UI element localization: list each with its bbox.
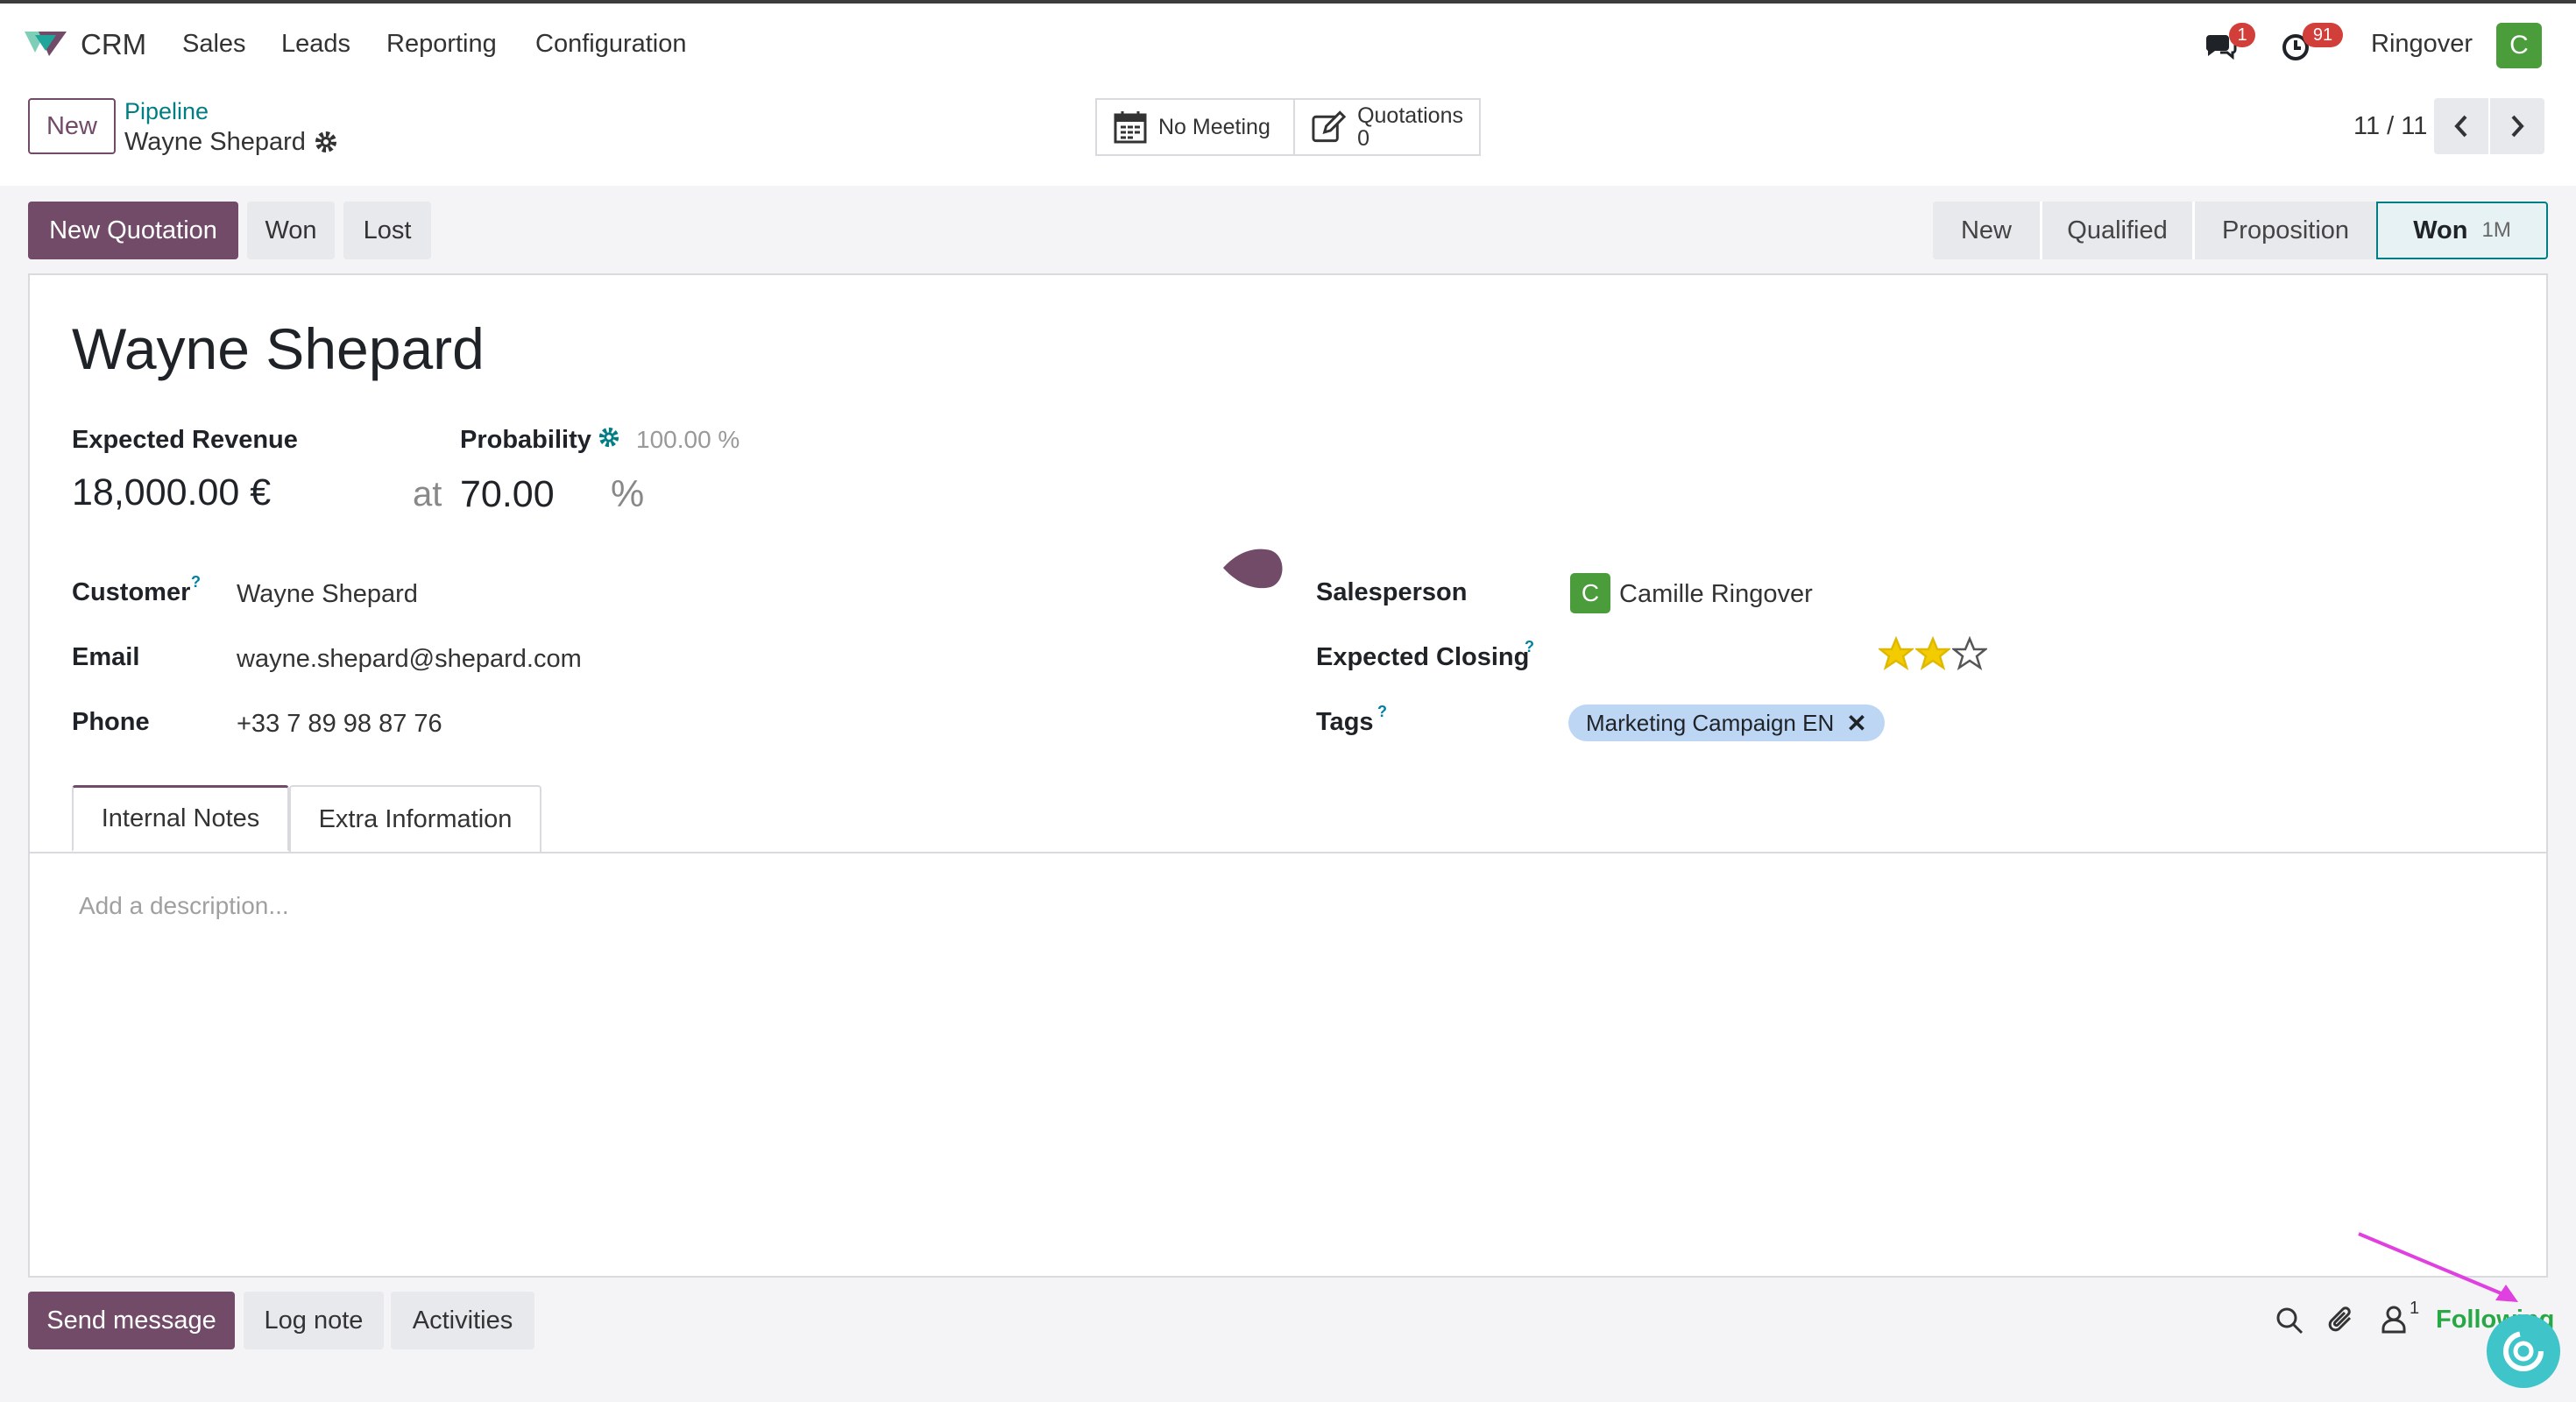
tag-remove-icon[interactable]: ✕ — [1846, 709, 1866, 738]
drag-handle-icon — [1221, 545, 1284, 591]
customer-label: Customer — [72, 578, 191, 606]
probability-label: Probability — [460, 426, 591, 454]
tags-label: Tags — [1316, 708, 1374, 736]
calendar-icon — [1114, 111, 1147, 144]
menu-configuration[interactable]: Configuration — [535, 30, 687, 59]
notebook-tab-border — [30, 852, 2546, 853]
stage-proposition[interactable]: Proposition — [2192, 202, 2376, 259]
tab-extra-information[interactable]: Extra Information — [289, 785, 541, 852]
form-sheet — [28, 273, 2548, 1278]
record-gear-icon[interactable] — [314, 130, 340, 156]
star-icon[interactable] — [1915, 636, 1950, 671]
stage-won-label: Won — [2413, 216, 2468, 244]
expected-revenue-label: Expected Revenue — [72, 426, 298, 454]
salesperson-value[interactable]: Camille Ringover — [1619, 580, 1813, 609]
probability-gear-icon[interactable] — [598, 426, 622, 450]
tag-label: Marketing Campaign EN — [1586, 709, 1835, 736]
won-button[interactable]: Won — [247, 202, 335, 259]
breadcrumb-current: Wayne Shepard — [124, 128, 306, 156]
new-quotation-button[interactable]: New Quotation — [28, 202, 238, 259]
tab-internal-notes[interactable]: Internal Notes — [72, 785, 289, 852]
quotations-label: Quotations — [1357, 103, 1463, 128]
stage-qualified-label: Qualified — [2067, 216, 2168, 244]
floating-widget-button[interactable] — [2487, 1314, 2560, 1388]
meeting-label: No Meeting — [1158, 114, 1270, 139]
expected-closing-help-icon[interactable]: ? — [1525, 638, 1534, 656]
star-icon[interactable] — [1952, 636, 1987, 671]
crm-logo-icon[interactable] — [23, 26, 68, 60]
quotations-text: Quotations 0 — [1357, 104, 1463, 150]
messages-badge: 1 — [2229, 23, 2255, 47]
tab-extra-information-label: Extra Information — [318, 804, 513, 833]
tag-badge: Marketing Campaign EN ✕ — [1568, 705, 1885, 741]
breadcrumb-pipeline[interactable]: Pipeline — [124, 98, 209, 125]
lost-button[interactable]: Lost — [343, 202, 431, 259]
control-panel: New Pipeline Wayne Shepard No Meeting Qu… — [0, 84, 2576, 188]
tags-help-icon[interactable]: ? — [1377, 703, 1387, 721]
salesperson-avatar-letter: C — [1581, 579, 1600, 606]
pager-previous-button[interactable] — [2434, 98, 2488, 154]
star-icon[interactable] — [1879, 636, 1914, 671]
pager-value[interactable]: 11 / 11 — [2353, 112, 2427, 141]
percent-sign: % — [611, 473, 645, 515]
company-switcher[interactable]: Ringover — [2371, 30, 2473, 59]
stage-qualified[interactable]: Qualified — [2040, 202, 2192, 259]
send-message-button[interactable]: Send message — [28, 1292, 235, 1349]
stage-new-label: New — [1960, 216, 2012, 244]
quotations-count: 0 — [1357, 126, 1369, 151]
avatar-letter: C — [2509, 31, 2529, 60]
menu-leads[interactable]: Leads — [281, 30, 350, 59]
attachment-icon[interactable] — [2327, 1304, 2359, 1337]
search-messages-icon[interactable] — [2275, 1306, 2306, 1337]
pager-next-button[interactable] — [2490, 98, 2544, 154]
stage-new[interactable]: New — [1933, 202, 2040, 259]
edit-icon — [1312, 110, 1347, 143]
log-note-button[interactable]: Log note — [244, 1292, 384, 1349]
stage-won[interactable]: Won 1M — [2376, 202, 2548, 259]
chevron-right-icon — [2511, 115, 2524, 138]
annotation-arrow — [2355, 1230, 2548, 1318]
main-navbar: CRM Sales Leads Reporting Configuration … — [0, 4, 2576, 84]
stage-statusbar: New Qualified Proposition Won 1M — [1933, 202, 2548, 259]
stage-proposition-label: Proposition — [2221, 216, 2350, 244]
tab-internal-notes-label: Internal Notes — [101, 804, 260, 832]
probability-value[interactable]: 70.00 — [460, 473, 555, 516]
activities-button-chatter[interactable]: Activities — [391, 1292, 534, 1349]
automated-probability: 100.00 % — [636, 426, 740, 453]
activities-badge: 91 — [2303, 23, 2343, 47]
expected-revenue-value[interactable]: 18,000.00 € — [72, 471, 271, 514]
menu-sales[interactable]: Sales — [182, 30, 246, 59]
expected-closing-label: Expected Closing — [1316, 643, 1530, 671]
email-label: Email — [72, 643, 140, 671]
description-editor[interactable]: Add a description... — [79, 892, 289, 920]
new-button[interactable]: New — [28, 98, 116, 154]
lead-name[interactable]: Wayne Shepard — [72, 315, 485, 382]
chevron-left-icon — [2454, 115, 2467, 138]
customer-value[interactable]: Wayne Shepard — [237, 580, 418, 609]
email-value[interactable]: wayne.shepard@shepard.com — [237, 645, 582, 674]
meeting-smart-button[interactable]: No Meeting — [1095, 98, 1295, 156]
customer-help-icon[interactable]: ? — [191, 573, 201, 591]
refresh-icon — [2503, 1331, 2544, 1371]
phone-label: Phone — [72, 708, 150, 736]
priority-stars[interactable] — [1879, 636, 1992, 673]
stage-won-duration: 1M — [2481, 218, 2511, 242]
salesperson-avatar: C — [1570, 573, 1610, 613]
menu-reporting[interactable]: Reporting — [386, 30, 497, 59]
at-label: at — [413, 475, 442, 513]
salesperson-label: Salesperson — [1316, 578, 1468, 606]
user-avatar[interactable]: C — [2496, 23, 2542, 68]
app-title[interactable]: CRM — [81, 28, 146, 61]
phone-value[interactable]: +33 7 89 98 87 76 — [237, 710, 442, 739]
quotations-smart-button[interactable]: Quotations 0 — [1293, 98, 1481, 156]
